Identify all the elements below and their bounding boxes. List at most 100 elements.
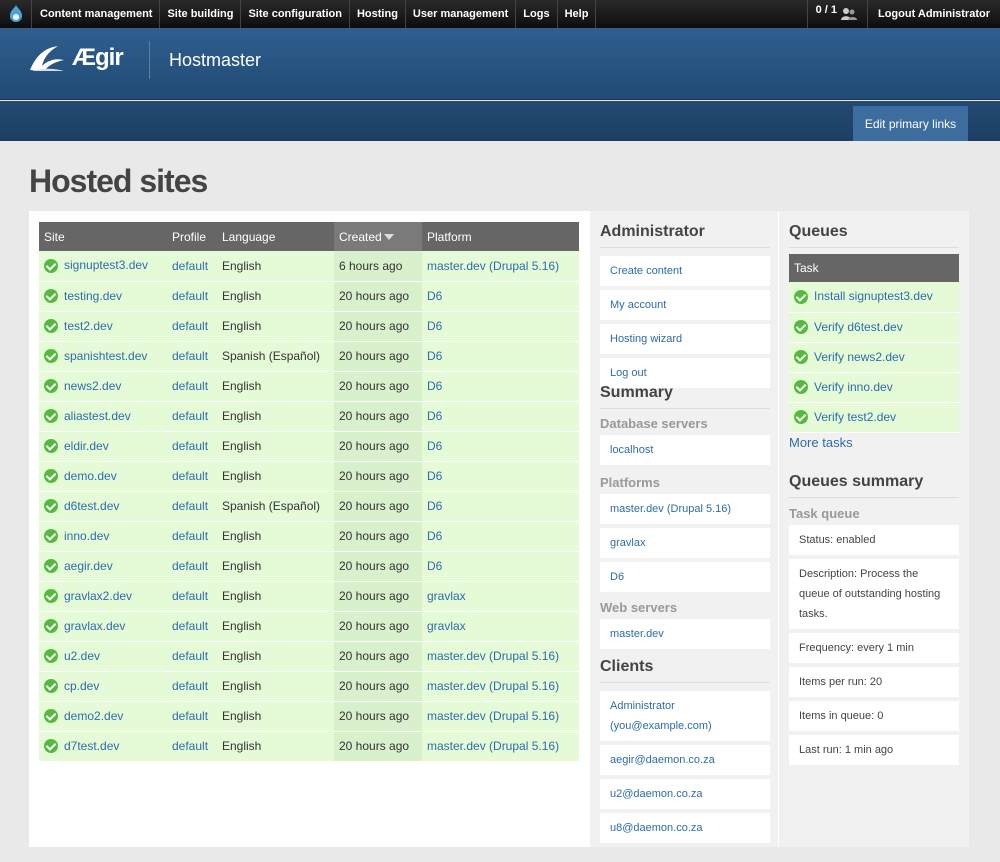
site-value[interactable]: u2.dev (64, 649, 100, 663)
edit-primary-links-button[interactable]: Edit primary links (853, 106, 968, 141)
queue-task-link[interactable]: Verify d6test.dev (814, 320, 903, 334)
platform-value[interactable]: master.dev (Drupal 5.16) (427, 649, 559, 663)
menu-user-management[interactable]: User management (406, 0, 517, 28)
cell-site: test2.dev (39, 311, 167, 342)
my-account-link[interactable]: My account (610, 299, 666, 311)
platform-value[interactable]: master.dev (Drupal 5.16) (427, 259, 559, 273)
cell-platform: D6 (422, 371, 579, 402)
site-value[interactable]: signuptest3.dev (64, 258, 148, 272)
site-value[interactable]: demo.dev (64, 469, 117, 483)
platform-value[interactable]: D6 (427, 439, 442, 453)
web-server-link[interactable]: master.dev (610, 628, 664, 640)
profile-value[interactable]: default (172, 679, 208, 693)
profile-value[interactable]: default (172, 379, 208, 393)
site-value[interactable]: test2.dev (64, 319, 113, 333)
column-header-created[interactable]: Created (334, 222, 422, 251)
site-value[interactable]: spanishtest.dev (64, 349, 147, 363)
site-value[interactable]: demo2.dev (64, 709, 123, 723)
menu-hosting[interactable]: Hosting (350, 0, 406, 28)
platform-value[interactable]: master.dev (Drupal 5.16) (427, 709, 559, 723)
site-value[interactable]: aliastest.dev (64, 409, 131, 423)
client-link[interactable]: Administrator (you@example.com) (610, 700, 712, 732)
users-online[interactable]: 0 / 1 (806, 0, 868, 28)
profile-value[interactable]: default (172, 619, 208, 633)
profile-value[interactable]: default (172, 649, 208, 663)
column-header-platform[interactable]: Platform (422, 222, 579, 251)
menu-help[interactable]: Help (558, 0, 597, 28)
site-value[interactable]: gravlax2.dev (64, 589, 132, 603)
cell-created: 20 hours ago (334, 671, 422, 702)
profile-value[interactable]: default (172, 319, 208, 333)
platform-value[interactable]: gravlax (427, 589, 466, 603)
column-header-language[interactable]: Language (217, 222, 334, 251)
site-value[interactable]: cp.dev (64, 679, 99, 693)
hosting-wizard-link[interactable]: Hosting wizard (610, 333, 682, 345)
column-header-site[interactable]: Site (39, 222, 167, 251)
language-value: English (222, 709, 262, 723)
language-value: English (222, 379, 262, 393)
menu-content-management[interactable]: Content management (33, 0, 161, 28)
profile-value[interactable]: default (172, 529, 208, 543)
platform-value[interactable]: D6 (427, 289, 442, 303)
site-value[interactable]: inno.dev (64, 529, 109, 543)
site-value[interactable]: gravlax.dev (64, 619, 125, 633)
site-value[interactable]: d6test.dev (64, 499, 119, 513)
platform-value[interactable]: D6 (427, 409, 442, 423)
column-header-profile[interactable]: Profile (167, 222, 217, 251)
create-content-link[interactable]: Create content (610, 265, 682, 277)
profile-value[interactable]: default (172, 709, 208, 723)
queue-task-link[interactable]: Install signuptest3.dev (814, 289, 933, 303)
site-value[interactable]: eldir.dev (64, 439, 109, 453)
menu-logs[interactable]: Logs (516, 0, 558, 28)
platform-value[interactable]: D6 (427, 349, 442, 363)
platform-value[interactable]: D6 (427, 559, 442, 573)
platform-value[interactable]: D6 (427, 469, 442, 483)
platform-value[interactable]: D6 (427, 529, 442, 543)
created-value: 20 hours ago (339, 349, 410, 363)
aegir-logo[interactable]: Ægir (28, 44, 124, 72)
site-name[interactable]: Hostmaster (169, 50, 261, 71)
platform-value[interactable]: gravlax (427, 619, 466, 633)
language-value: English (222, 319, 262, 333)
profile-value[interactable]: default (172, 349, 208, 363)
drupal-logo-icon[interactable] (0, 0, 32, 28)
database-server-link[interactable]: localhost (610, 444, 653, 456)
client-link[interactable]: aegir@daemon.co.za (610, 754, 715, 766)
platform-value[interactable]: master.dev (Drupal 5.16) (427, 679, 559, 693)
site-value[interactable]: testing.dev (64, 289, 122, 303)
profile-value[interactable]: default (172, 259, 208, 273)
queue-task-link[interactable]: Verify test2.dev (814, 410, 896, 424)
logout-link[interactable]: Logout Administrator (868, 0, 1000, 28)
cell-profile: default (167, 701, 217, 732)
created-value: 20 hours ago (339, 409, 410, 423)
site-value[interactable]: d7test.dev (64, 739, 119, 753)
profile-value[interactable]: default (172, 409, 208, 423)
queue-task-link[interactable]: Verify news2.dev (814, 350, 905, 364)
site-value[interactable]: aegir.dev (64, 559, 113, 573)
profile-value[interactable]: default (172, 499, 208, 513)
site-value[interactable]: news2.dev (64, 379, 121, 393)
log-out-link[interactable]: Log out (610, 367, 647, 379)
profile-value[interactable]: default (172, 289, 208, 303)
profile-value[interactable]: default (172, 589, 208, 603)
cell-profile: default (167, 311, 217, 342)
platform-value[interactable]: D6 (427, 379, 442, 393)
menu-site-configuration[interactable]: Site configuration (241, 0, 350, 28)
client-link[interactable]: u2@daemon.co.za (610, 788, 703, 800)
platform-value[interactable]: D6 (427, 499, 442, 513)
platform-link[interactable]: D6 (610, 571, 624, 583)
menu-site-building[interactable]: Site building (160, 0, 242, 28)
queues-table: Task Install signuptest3.dev Verify d6te… (789, 254, 959, 433)
platform-value[interactable]: master.dev (Drupal 5.16) (427, 739, 559, 753)
profile-value[interactable]: default (172, 439, 208, 453)
platform-link[interactable]: master.dev (Drupal 5.16) (610, 503, 731, 515)
profile-value[interactable]: default (172, 559, 208, 573)
platform-link[interactable]: gravlax (610, 537, 645, 549)
success-check-icon (44, 379, 58, 394)
platform-value[interactable]: D6 (427, 319, 442, 333)
profile-value[interactable]: default (172, 739, 208, 753)
profile-value[interactable]: default (172, 469, 208, 483)
more-tasks-link[interactable]: More tasks (789, 435, 959, 450)
queue-task-link[interactable]: Verify inno.dev (814, 380, 893, 394)
client-link[interactable]: u8@daemon.co.za (610, 822, 703, 834)
